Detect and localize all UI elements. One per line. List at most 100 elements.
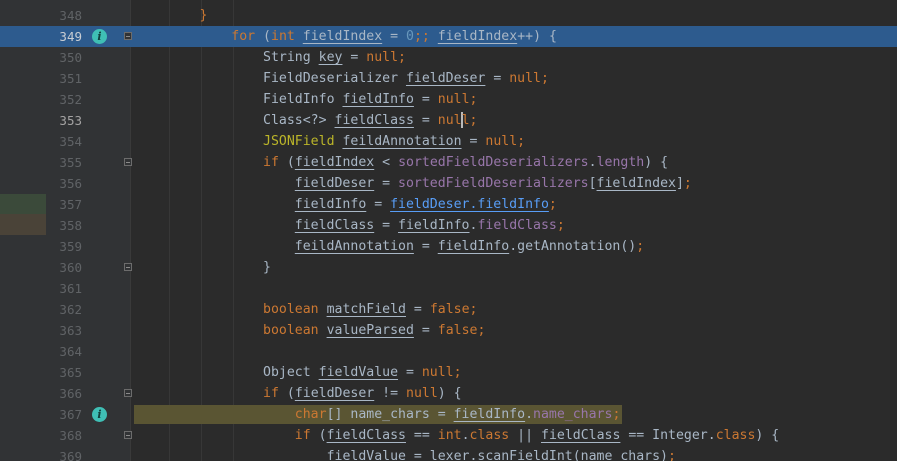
code-line[interactable]: 358 fieldClass = fieldInfo.fieldClass; [0, 215, 897, 236]
line-number[interactable]: 349 [46, 26, 82, 47]
code-line[interactable]: 369 fieldValue = lexer.scanFieldInt(name… [0, 446, 897, 461]
code-text[interactable]: } [136, 257, 271, 278]
code-token: . [588, 155, 597, 170]
code-text[interactable]: } [136, 5, 208, 26]
line-number[interactable]: 369 [46, 446, 82, 461]
code-line[interactable]: 366 if (fieldDeser != null) { [0, 383, 897, 404]
info-icon[interactable]: i [92, 407, 107, 422]
code-line[interactable]: 368 if (fieldClass == int.class || field… [0, 425, 897, 446]
code-token: name_chars [533, 407, 613, 422]
line-number[interactable]: 367 [46, 404, 82, 425]
info-icon[interactable]: i [92, 29, 107, 44]
code-text[interactable]: boolean valueParsed = false; [136, 320, 485, 341]
fold-toggle-icon[interactable] [124, 158, 132, 166]
line-number[interactable]: 356 [46, 173, 82, 194]
line-number[interactable]: 358 [46, 215, 82, 236]
code-line[interactable]: 365 Object fieldValue = null; [0, 362, 897, 383]
code-token: = [485, 71, 510, 86]
code-text[interactable]: fieldInfo = fieldDeser.fieldInfo; [136, 194, 557, 215]
fold-toggle-icon[interactable] [124, 32, 132, 40]
code-token: != [374, 386, 406, 401]
code-text[interactable]: JSONField feildAnnotation = null; [136, 131, 525, 152]
line-number[interactable]: 351 [46, 68, 82, 89]
code-token: fieldInfo [453, 407, 526, 422]
code-line[interactable]: 356 fieldDeser = sortedFieldDeserializer… [0, 173, 897, 194]
code-token: ) { [644, 155, 669, 170]
code-line[interactable]: 360 } [0, 257, 897, 278]
code-token: int [437, 428, 462, 443]
line-number[interactable]: 364 [46, 341, 82, 362]
code-text[interactable]: fieldClass = fieldInfo.fieldClass; [136, 215, 565, 236]
line-number[interactable]: 363 [46, 320, 82, 341]
code-token: fieldIndex [294, 155, 375, 170]
code-line[interactable]: 363 boolean valueParsed = false; [0, 320, 897, 341]
code-token: ( [318, 428, 327, 443]
code-token: fieldValue [318, 365, 399, 380]
code-text[interactable]: FieldDeserializer fieldDeser = null; [136, 68, 549, 89]
code-token: ; [556, 218, 565, 233]
code-token: nul [437, 113, 462, 128]
line-number[interactable]: 362 [46, 299, 82, 320]
code-token: = [342, 50, 367, 65]
code-line[interactable]: 355 if (fieldIndex < sortedFieldDeserial… [0, 152, 897, 173]
fold-toggle-icon[interactable] [124, 263, 132, 271]
code-line[interactable]: 361 [0, 278, 897, 299]
code-token: = [398, 365, 422, 380]
code-token: = [461, 134, 486, 149]
code-line[interactable]: 362 boolean matchField = false; [0, 299, 897, 320]
code-line[interactable]: 364 [0, 341, 897, 362]
code-token: ; [636, 239, 645, 254]
code-text[interactable]: fieldValue = lexer.scanFieldInt(name_cha… [136, 446, 676, 461]
code-editor[interactable]: 348 } 349 i for (int fieldIndex = 0;; fiel… [0, 0, 897, 461]
code-line[interactable]: 359 feildAnnotation = fieldInfo.getAnnot… [0, 236, 897, 257]
code-token: length [596, 155, 645, 170]
code-line[interactable]: 351 FieldDeserializer fieldDeser = null; [0, 68, 897, 89]
line-number[interactable]: 359 [46, 236, 82, 257]
code-token: . [461, 428, 470, 443]
line-number[interactable]: 355 [46, 152, 82, 173]
code-line[interactable]: 350 String key = null; [0, 47, 897, 68]
code-text[interactable]: if (fieldIndex < sortedFieldDeserializer… [136, 152, 668, 173]
code-text[interactable]: String key = null; [136, 47, 406, 68]
code-line[interactable]: 352 FieldInfo fieldInfo = null; [0, 89, 897, 110]
code-text[interactable]: fieldDeser = sortedFieldDeserializers[fi… [136, 173, 692, 194]
code-text[interactable]: char[] name_chars = fieldInfo.name_chars… [136, 404, 621, 425]
code-line[interactable]: 354 JSONField feildAnnotation = null; [0, 131, 897, 152]
code-token: feildAnnotation [294, 239, 414, 254]
code-line[interactable]: 367 i char[] name_chars = fieldInfo.name_… [0, 404, 897, 425]
code-token: fieldInfo [398, 218, 470, 233]
code-token: feildAnnotation [342, 134, 462, 149]
fold-toggle-icon[interactable] [124, 389, 132, 397]
code-text[interactable]: Object fieldValue = null; [136, 362, 462, 383]
code-text[interactable]: if (fieldClass == int.class || fieldClas… [136, 425, 779, 446]
code-line[interactable]: 353 Class<?> fieldClass = null; [0, 110, 897, 131]
code-line[interactable]: 348 } [0, 5, 897, 26]
fold-toggle-icon[interactable] [124, 431, 132, 439]
line-number[interactable]: 352 [46, 89, 82, 110]
code-text[interactable]: boolean matchField = false; [136, 299, 477, 320]
code-text[interactable]: FieldInfo fieldInfo = null; [136, 89, 477, 110]
line-number[interactable]: 366 [46, 383, 82, 404]
code-text[interactable]: Class<?> fieldClass = null; [136, 110, 477, 131]
code-token: ; [612, 407, 621, 422]
code-text[interactable]: feildAnnotation = fieldInfo.getAnnotatio… [136, 236, 644, 257]
line-number[interactable]: 360 [46, 257, 82, 278]
code-line[interactable]: 357 fieldInfo = fieldDeser.fieldInfo; [0, 194, 897, 215]
code-token: valueParsed [326, 323, 414, 338]
line-number[interactable]: 365 [46, 362, 82, 383]
line-number[interactable]: 350 [46, 47, 82, 68]
line-number[interactable]: 357 [46, 194, 82, 215]
code-line[interactable]: 349 i for (int fieldIndex = 0;; fieldInde… [0, 26, 897, 47]
code-text[interactable]: if (fieldDeser != null) { [136, 383, 462, 404]
line-number[interactable]: 361 [46, 278, 82, 299]
line-number[interactable]: 368 [46, 425, 82, 446]
code-text[interactable]: for (int fieldIndex = 0;; fieldIndex++) … [136, 26, 557, 47]
code-token: null [485, 134, 518, 149]
code-token: ; [477, 323, 486, 338]
code-token: fieldClass [541, 428, 621, 443]
line-number[interactable]: 353 [46, 110, 82, 131]
line-number[interactable]: 348 [46, 5, 82, 26]
line-number[interactable]: 354 [46, 131, 82, 152]
